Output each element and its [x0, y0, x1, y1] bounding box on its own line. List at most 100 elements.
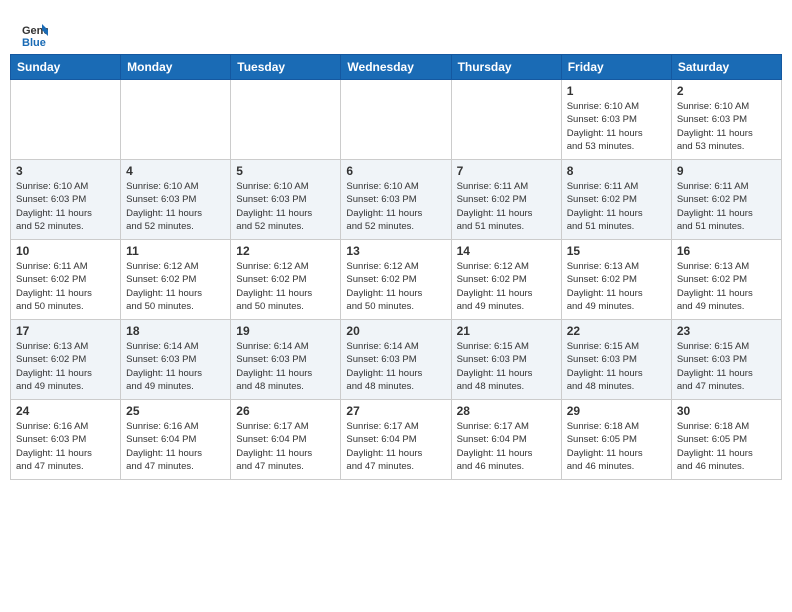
day-info: Sunrise: 6:14 AM Sunset: 6:03 PM Dayligh… [126, 340, 225, 393]
day-info: Sunrise: 6:10 AM Sunset: 6:03 PM Dayligh… [567, 100, 666, 153]
day-number: 17 [16, 324, 115, 338]
day-number: 14 [457, 244, 556, 258]
day-info: Sunrise: 6:14 AM Sunset: 6:03 PM Dayligh… [346, 340, 445, 393]
day-info: Sunrise: 6:13 AM Sunset: 6:02 PM Dayligh… [677, 260, 776, 313]
calendar-cell: 20 Sunrise: 6:14 AM Sunset: 6:03 PM Dayli… [341, 320, 451, 400]
day-number: 27 [346, 404, 445, 418]
day-number: 20 [346, 324, 445, 338]
day-number: 12 [236, 244, 335, 258]
weekday-header-row: SundayMondayTuesdayWednesdayThursdayFrid… [11, 55, 782, 80]
page-header: General Blue [10, 10, 782, 54]
calendar-cell: 17 Sunrise: 6:13 AM Sunset: 6:02 PM Dayli… [11, 320, 121, 400]
day-info: Sunrise: 6:11 AM Sunset: 6:02 PM Dayligh… [677, 180, 776, 233]
day-number: 30 [677, 404, 776, 418]
calendar-cell: 11 Sunrise: 6:12 AM Sunset: 6:02 PM Dayli… [121, 240, 231, 320]
day-number: 28 [457, 404, 556, 418]
day-info: Sunrise: 6:16 AM Sunset: 6:03 PM Dayligh… [16, 420, 115, 473]
calendar-cell [341, 80, 451, 160]
calendar-table: SundayMondayTuesdayWednesdayThursdayFrid… [10, 54, 782, 480]
day-number: 22 [567, 324, 666, 338]
day-info: Sunrise: 6:10 AM Sunset: 6:03 PM Dayligh… [236, 180, 335, 233]
day-info: Sunrise: 6:17 AM Sunset: 6:04 PM Dayligh… [236, 420, 335, 473]
calendar-cell: 15 Sunrise: 6:13 AM Sunset: 6:02 PM Dayli… [561, 240, 671, 320]
weekday-header: Monday [121, 55, 231, 80]
calendar-cell: 19 Sunrise: 6:14 AM Sunset: 6:03 PM Dayli… [231, 320, 341, 400]
day-info: Sunrise: 6:17 AM Sunset: 6:04 PM Dayligh… [346, 420, 445, 473]
day-number: 10 [16, 244, 115, 258]
day-info: Sunrise: 6:10 AM Sunset: 6:03 PM Dayligh… [126, 180, 225, 233]
day-number: 21 [457, 324, 556, 338]
day-info: Sunrise: 6:12 AM Sunset: 6:02 PM Dayligh… [126, 260, 225, 313]
calendar-cell: 13 Sunrise: 6:12 AM Sunset: 6:02 PM Dayli… [341, 240, 451, 320]
day-info: Sunrise: 6:12 AM Sunset: 6:02 PM Dayligh… [346, 260, 445, 313]
calendar-cell: 9 Sunrise: 6:11 AM Sunset: 6:02 PM Daylig… [671, 160, 781, 240]
day-info: Sunrise: 6:10 AM Sunset: 6:03 PM Dayligh… [346, 180, 445, 233]
svg-text:Blue: Blue [22, 37, 46, 48]
day-number: 29 [567, 404, 666, 418]
day-number: 26 [236, 404, 335, 418]
day-number: 24 [16, 404, 115, 418]
day-number: 1 [567, 84, 666, 98]
day-number: 4 [126, 164, 225, 178]
day-info: Sunrise: 6:15 AM Sunset: 6:03 PM Dayligh… [567, 340, 666, 393]
day-info: Sunrise: 6:13 AM Sunset: 6:02 PM Dayligh… [16, 340, 115, 393]
calendar-cell [121, 80, 231, 160]
day-number: 8 [567, 164, 666, 178]
day-number: 9 [677, 164, 776, 178]
weekday-header: Friday [561, 55, 671, 80]
weekday-header: Thursday [451, 55, 561, 80]
calendar-cell: 2Sunrise: 6:10 AM Sunset: 6:03 PM Daylig… [671, 80, 781, 160]
day-info: Sunrise: 6:12 AM Sunset: 6:02 PM Dayligh… [457, 260, 556, 313]
calendar-cell: 5 Sunrise: 6:10 AM Sunset: 6:03 PM Daylig… [231, 160, 341, 240]
calendar-cell [231, 80, 341, 160]
calendar-cell: 26 Sunrise: 6:17 AM Sunset: 6:04 PM Dayli… [231, 400, 341, 480]
day-number: 19 [236, 324, 335, 338]
weekday-header: Tuesday [231, 55, 341, 80]
day-info: Sunrise: 6:18 AM Sunset: 6:05 PM Dayligh… [567, 420, 666, 473]
calendar-cell: 24 Sunrise: 6:16 AM Sunset: 6:03 PM Dayli… [11, 400, 121, 480]
day-info: Sunrise: 6:11 AM Sunset: 6:02 PM Dayligh… [457, 180, 556, 233]
logo-icon: General Blue [20, 20, 48, 48]
day-number: 25 [126, 404, 225, 418]
day-info: Sunrise: 6:14 AM Sunset: 6:03 PM Dayligh… [236, 340, 335, 393]
calendar-cell: 14 Sunrise: 6:12 AM Sunset: 6:02 PM Dayli… [451, 240, 561, 320]
day-number: 16 [677, 244, 776, 258]
day-info: Sunrise: 6:18 AM Sunset: 6:05 PM Dayligh… [677, 420, 776, 473]
day-number: 15 [567, 244, 666, 258]
day-info: Sunrise: 6:15 AM Sunset: 6:03 PM Dayligh… [457, 340, 556, 393]
day-number: 3 [16, 164, 115, 178]
weekday-header: Wednesday [341, 55, 451, 80]
calendar-cell: 29 Sunrise: 6:18 AM Sunset: 6:05 PM Dayli… [561, 400, 671, 480]
day-number: 23 [677, 324, 776, 338]
calendar-cell: 16 Sunrise: 6:13 AM Sunset: 6:02 PM Dayli… [671, 240, 781, 320]
calendar-cell: 22 Sunrise: 6:15 AM Sunset: 6:03 PM Dayli… [561, 320, 671, 400]
weekday-header: Saturday [671, 55, 781, 80]
calendar-cell: 1 Sunrise: 6:10 AM Sunset: 6:03 PM Daylig… [561, 80, 671, 160]
calendar-week-row: 1 Sunrise: 6:10 AM Sunset: 6:03 PM Daylig… [11, 80, 782, 160]
day-info: Sunrise: 6:12 AM Sunset: 6:02 PM Dayligh… [236, 260, 335, 313]
calendar-cell [11, 80, 121, 160]
calendar-cell: 7 Sunrise: 6:11 AM Sunset: 6:02 PM Daylig… [451, 160, 561, 240]
calendar-cell: 27 Sunrise: 6:17 AM Sunset: 6:04 PM Dayli… [341, 400, 451, 480]
day-number: 7 [457, 164, 556, 178]
calendar-week-row: 24 Sunrise: 6:16 AM Sunset: 6:03 PM Dayli… [11, 400, 782, 480]
day-number: 18 [126, 324, 225, 338]
calendar-week-row: 17 Sunrise: 6:13 AM Sunset: 6:02 PM Dayli… [11, 320, 782, 400]
calendar-cell: 30 Sunrise: 6:18 AM Sunset: 6:05 PM Dayli… [671, 400, 781, 480]
calendar-cell: 10Sunrise: 6:11 AM Sunset: 6:02 PM Dayli… [11, 240, 121, 320]
day-info: Sunrise: 6:11 AM Sunset: 6:02 PM Dayligh… [567, 180, 666, 233]
day-number: 11 [126, 244, 225, 258]
calendar-cell: 8 Sunrise: 6:11 AM Sunset: 6:02 PM Daylig… [561, 160, 671, 240]
calendar-cell: 3Sunrise: 6:10 AM Sunset: 6:03 PM Daylig… [11, 160, 121, 240]
day-number: 6 [346, 164, 445, 178]
day-number: 13 [346, 244, 445, 258]
day-info: Sunrise: 6:15 AM Sunset: 6:03 PM Dayligh… [677, 340, 776, 393]
day-number: 5 [236, 164, 335, 178]
day-info: Sunrise: 6:10 AM Sunset: 6:03 PM Dayligh… [677, 100, 776, 153]
calendar-week-row: 3 Sunrise: 6:10 AM Sunset: 6:03 PM Daylig… [11, 160, 782, 240]
calendar-week-row: 10Sunrise: 6:11 AM Sunset: 6:02 PM Dayli… [11, 240, 782, 320]
calendar-cell: 12 Sunrise: 6:12 AM Sunset: 6:02 PM Dayli… [231, 240, 341, 320]
calendar-cell: 4 Sunrise: 6:10 AM Sunset: 6:03 PM Daylig… [121, 160, 231, 240]
calendar-cell: 25Sunrise: 6:16 AM Sunset: 6:04 PM Dayli… [121, 400, 231, 480]
day-info: Sunrise: 6:13 AM Sunset: 6:02 PM Dayligh… [567, 260, 666, 313]
